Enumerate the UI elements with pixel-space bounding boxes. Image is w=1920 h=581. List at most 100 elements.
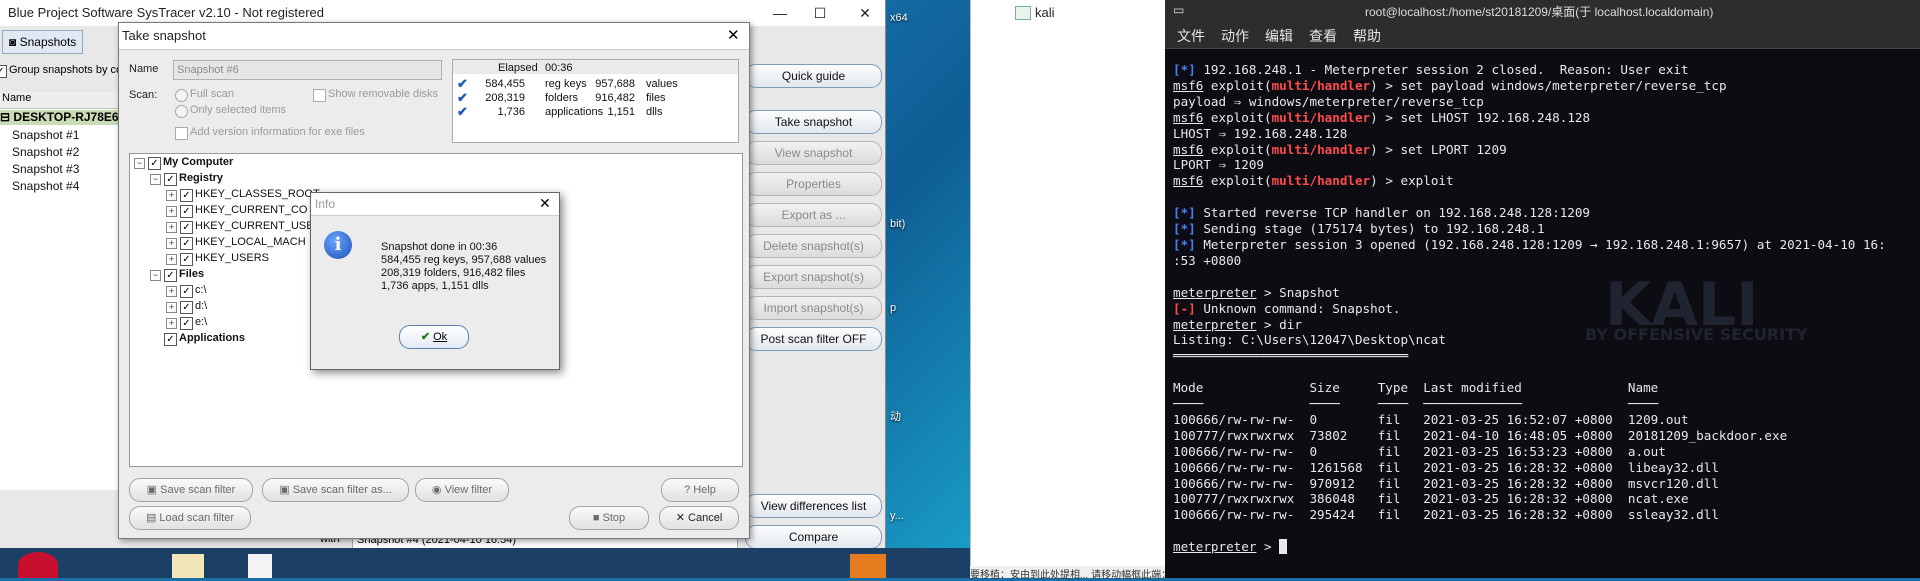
menu-edit[interactable]: 编辑 (1265, 26, 1293, 46)
view-differences-button[interactable]: View differences list (745, 494, 882, 518)
tree-label: e:\ (195, 316, 208, 328)
command: > (1256, 539, 1280, 555)
folder-icon[interactable] (172, 554, 204, 578)
meterpreter-prompt: meterpreter (1173, 539, 1257, 555)
table-row: 100777/rwxrwxrwx 73802 fil 2021-04-10 16… (1173, 427, 1788, 443)
checkbox[interactable]: ✓ (180, 237, 193, 250)
apps-count: 1,736 (497, 106, 525, 118)
command: set LHOST 192.168.248.128 (1400, 109, 1591, 125)
expand-icon[interactable]: + (166, 222, 177, 233)
button-label: Cancel (688, 512, 723, 524)
expand-icon[interactable]: + (166, 318, 177, 329)
document-icon[interactable] (248, 554, 272, 578)
close-icon[interactable]: ✕ (727, 26, 740, 44)
add-version-checkbox[interactable] (175, 127, 188, 140)
checkbox[interactable]: ✓ (148, 157, 161, 170)
checkbox[interactable]: ✓ (0, 65, 7, 78)
terminal-icon: ▭ (1173, 3, 1185, 17)
tree-label: d:\ (195, 300, 208, 312)
expand-icon[interactable]: + (166, 254, 177, 265)
checkbox[interactable]: ✓ (180, 189, 193, 202)
quick-guide-button[interactable]: Quick guide (745, 64, 882, 88)
import-snapshots-button[interactable]: Import snapshot(s) (745, 296, 882, 320)
checkbox[interactable]: ✓ (164, 269, 177, 282)
delete-snapshots-button[interactable]: Delete snapshot(s) (745, 234, 882, 258)
save-scan-filter-button[interactable]: ▣ Save scan filter (129, 478, 253, 502)
export-as-button[interactable]: Export as ... (745, 203, 882, 227)
menu-action[interactable]: 动作 (1221, 26, 1249, 46)
reg-keys-count: 584,455 (485, 78, 525, 90)
checkbox[interactable]: ✓ (180, 317, 193, 330)
close-button[interactable]: ✕ (845, 2, 885, 24)
only-selected-radio[interactable] (175, 105, 188, 118)
minimize-button[interactable]: — (760, 2, 800, 24)
tree-label: HKEY_CLASSES_ROOT (195, 188, 320, 200)
tab-snapshots[interactable]: ◙ Snapshots (2, 30, 84, 54)
checkbox[interactable]: ✓ (180, 285, 193, 298)
take-snapshot-button[interactable]: Take snapshot (745, 110, 882, 134)
folder-icon: ▤ (145, 512, 157, 524)
view-filter-button[interactable]: ◉ View filter (415, 478, 509, 502)
meterpreter-prompt: meterpreter (1173, 316, 1257, 332)
checkbox[interactable]: ✓ (180, 253, 193, 266)
show-removable-checkbox[interactable] (313, 89, 326, 102)
save-scan-filter-as-button[interactable]: ▣ Save scan filter as... (262, 478, 409, 502)
machine-node[interactable]: ⊟ DESKTOP-RJ78E6 (0, 110, 120, 125)
vm-node-kali[interactable]: kali (1035, 5, 1055, 20)
button-label: View filter (444, 484, 493, 496)
app-icon[interactable] (18, 552, 58, 578)
menu-file[interactable]: 文件 (1177, 26, 1205, 46)
folders-count: 208,319 (485, 92, 525, 104)
tree-label: c:\ (195, 284, 207, 296)
close-icon[interactable]: ✕ (539, 195, 551, 212)
stop-button[interactable]: ■ Stop (569, 506, 649, 530)
list-item[interactable]: Snapshot #1 (12, 128, 79, 142)
checkbox[interactable]: ✓ (164, 333, 177, 346)
tree-label: My Computer (163, 156, 234, 168)
prompt: msf6 (1173, 173, 1204, 189)
desktop-label: y... (890, 510, 904, 522)
app-icon[interactable] (850, 554, 886, 578)
terminal-output[interactable]: [*] 192.168.248.1 - Meterpreter session … (1173, 62, 1918, 572)
dialog-title: Take snapshot (122, 28, 206, 43)
maximize-button[interactable]: ☐ (800, 2, 840, 24)
collapse-icon[interactable]: − (150, 270, 161, 281)
list-item[interactable]: Snapshot #4 (12, 179, 79, 193)
terminal-line: Listing: C:\Users\12047\Desktop\ncat (1173, 332, 1446, 348)
expand-icon[interactable]: + (166, 302, 177, 313)
help-button[interactable]: ? Help (661, 478, 739, 502)
terminal-title: root@localhost:/home/st20181209/桌面(于 loc… (1365, 5, 1714, 19)
view-snapshot-button[interactable]: View snapshot (745, 141, 882, 165)
menu-help[interactable]: 帮助 (1353, 26, 1381, 46)
expand-icon[interactable]: + (166, 190, 177, 201)
collapse-icon[interactable]: − (134, 158, 145, 169)
check-icon: ✔ (420, 331, 431, 343)
cancel-button[interactable]: ✕ Cancel (659, 506, 739, 530)
list-item[interactable]: Snapshot #3 (12, 162, 79, 176)
expand-icon[interactable]: + (166, 238, 177, 249)
export-snapshots-button[interactable]: Export snapshot(s) (745, 265, 882, 289)
checkbox[interactable]: ✓ (180, 205, 193, 218)
checkbox[interactable]: ✓ (180, 301, 193, 314)
ok-button[interactable]: ✔ Ok (399, 325, 469, 349)
list-item[interactable]: Snapshot #2 (12, 145, 79, 159)
checkbox[interactable]: ✓ (164, 173, 177, 186)
menu-view[interactable]: 查看 (1309, 26, 1337, 46)
load-scan-filter-button[interactable]: ▤ Load scan filter (129, 506, 251, 530)
snapshot-name-field[interactable]: Snapshot #6 (173, 60, 442, 80)
properties-button[interactable]: Properties (745, 172, 882, 196)
table-row: 100666/rw-rw-rw- 1261568 fil 2021-03-25 … (1173, 459, 1719, 475)
expand-icon[interactable]: + (166, 206, 177, 217)
info-title: Info (315, 197, 336, 211)
full-scan-radio[interactable] (175, 89, 188, 102)
command: > dir (1256, 316, 1302, 332)
info-line: 1,736 apps, 1,151 dlls (381, 280, 489, 292)
command: exploit (1400, 173, 1454, 189)
expand-icon[interactable]: + (166, 286, 177, 297)
prompt: exploit( (1203, 109, 1272, 125)
scan-stats-panel: Elapsed 00:36 ✔ 584,455 reg keys 957,688… (452, 59, 739, 143)
post-scan-filter-button[interactable]: Post scan filter OFF (745, 327, 882, 351)
checkbox[interactable]: ✓ (180, 221, 193, 234)
compare-button[interactable]: Compare (745, 525, 882, 549)
collapse-icon[interactable]: − (150, 174, 161, 185)
